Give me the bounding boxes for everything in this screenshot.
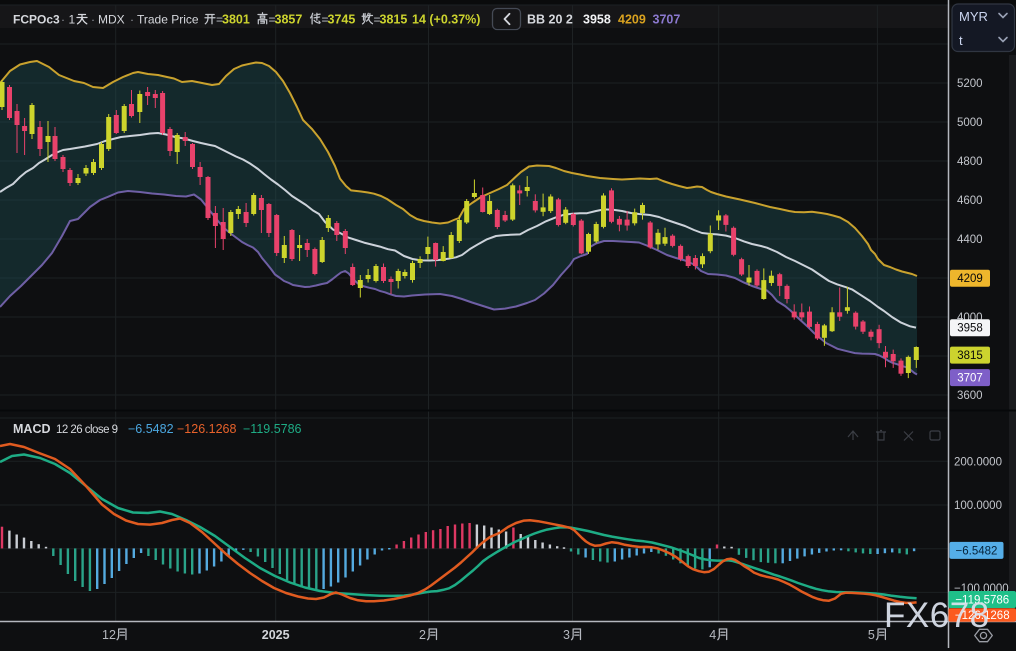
svg-text:FX678: FX678 [884,596,990,635]
svg-text:t: t [959,33,963,48]
svg-text:·: · [61,13,65,27]
svg-text:3: 3 [563,628,570,642]
svg-text:100.0000: 100.0000 [954,500,1002,512]
svg-text:·: · [91,13,95,27]
svg-text:3958: 3958 [957,323,983,335]
svg-text:4209: 4209 [957,273,983,285]
svg-text:5000: 5000 [957,117,983,129]
svg-text:3815: 3815 [957,350,983,362]
svg-text:3745: 3745 [328,13,356,27]
svg-text:2: 2 [419,628,426,642]
svg-text:1: 1 [69,13,76,27]
svg-text:4400: 4400 [957,234,983,246]
svg-text:MYR: MYR [959,9,988,24]
svg-text:MACD: MACD [13,422,51,436]
svg-text:BB 20 2: BB 20 2 [527,13,573,27]
svg-text:3707: 3707 [957,373,983,385]
svg-text:FCPOc3: FCPOc3 [13,13,60,27]
svg-text:4600: 4600 [957,195,983,207]
svg-text:3857: 3857 [275,13,303,27]
svg-text:2025: 2025 [262,628,290,642]
svg-text:3958: 3958 [583,13,611,27]
svg-text:−6.5482: −6.5482 [956,545,998,557]
svg-text:5: 5 [868,628,875,642]
svg-text:3801: 3801 [222,13,250,27]
svg-text:MDX: MDX [98,13,125,27]
svg-text:14 (+0.37%): 14 (+0.37%) [412,13,480,27]
svg-text:−119.5786: −119.5786 [243,422,302,436]
svg-text:Trade Price: Trade Price [137,13,199,27]
svg-text:4209: 4209 [618,13,646,27]
svg-text:200.0000: 200.0000 [954,456,1002,468]
svg-text:3815: 3815 [380,13,408,27]
svg-text:−126.1268: −126.1268 [177,422,236,436]
svg-text:4800: 4800 [957,156,983,168]
svg-text:·: · [130,13,134,27]
svg-text:12: 12 [102,628,116,642]
svg-text:3707: 3707 [653,13,681,27]
svg-text:4: 4 [709,628,716,642]
svg-text:12 26 close 9: 12 26 close 9 [56,424,118,436]
svg-text:5200: 5200 [957,78,983,90]
svg-text:3600: 3600 [957,390,983,402]
svg-text:−6.5482: −6.5482 [128,422,174,436]
